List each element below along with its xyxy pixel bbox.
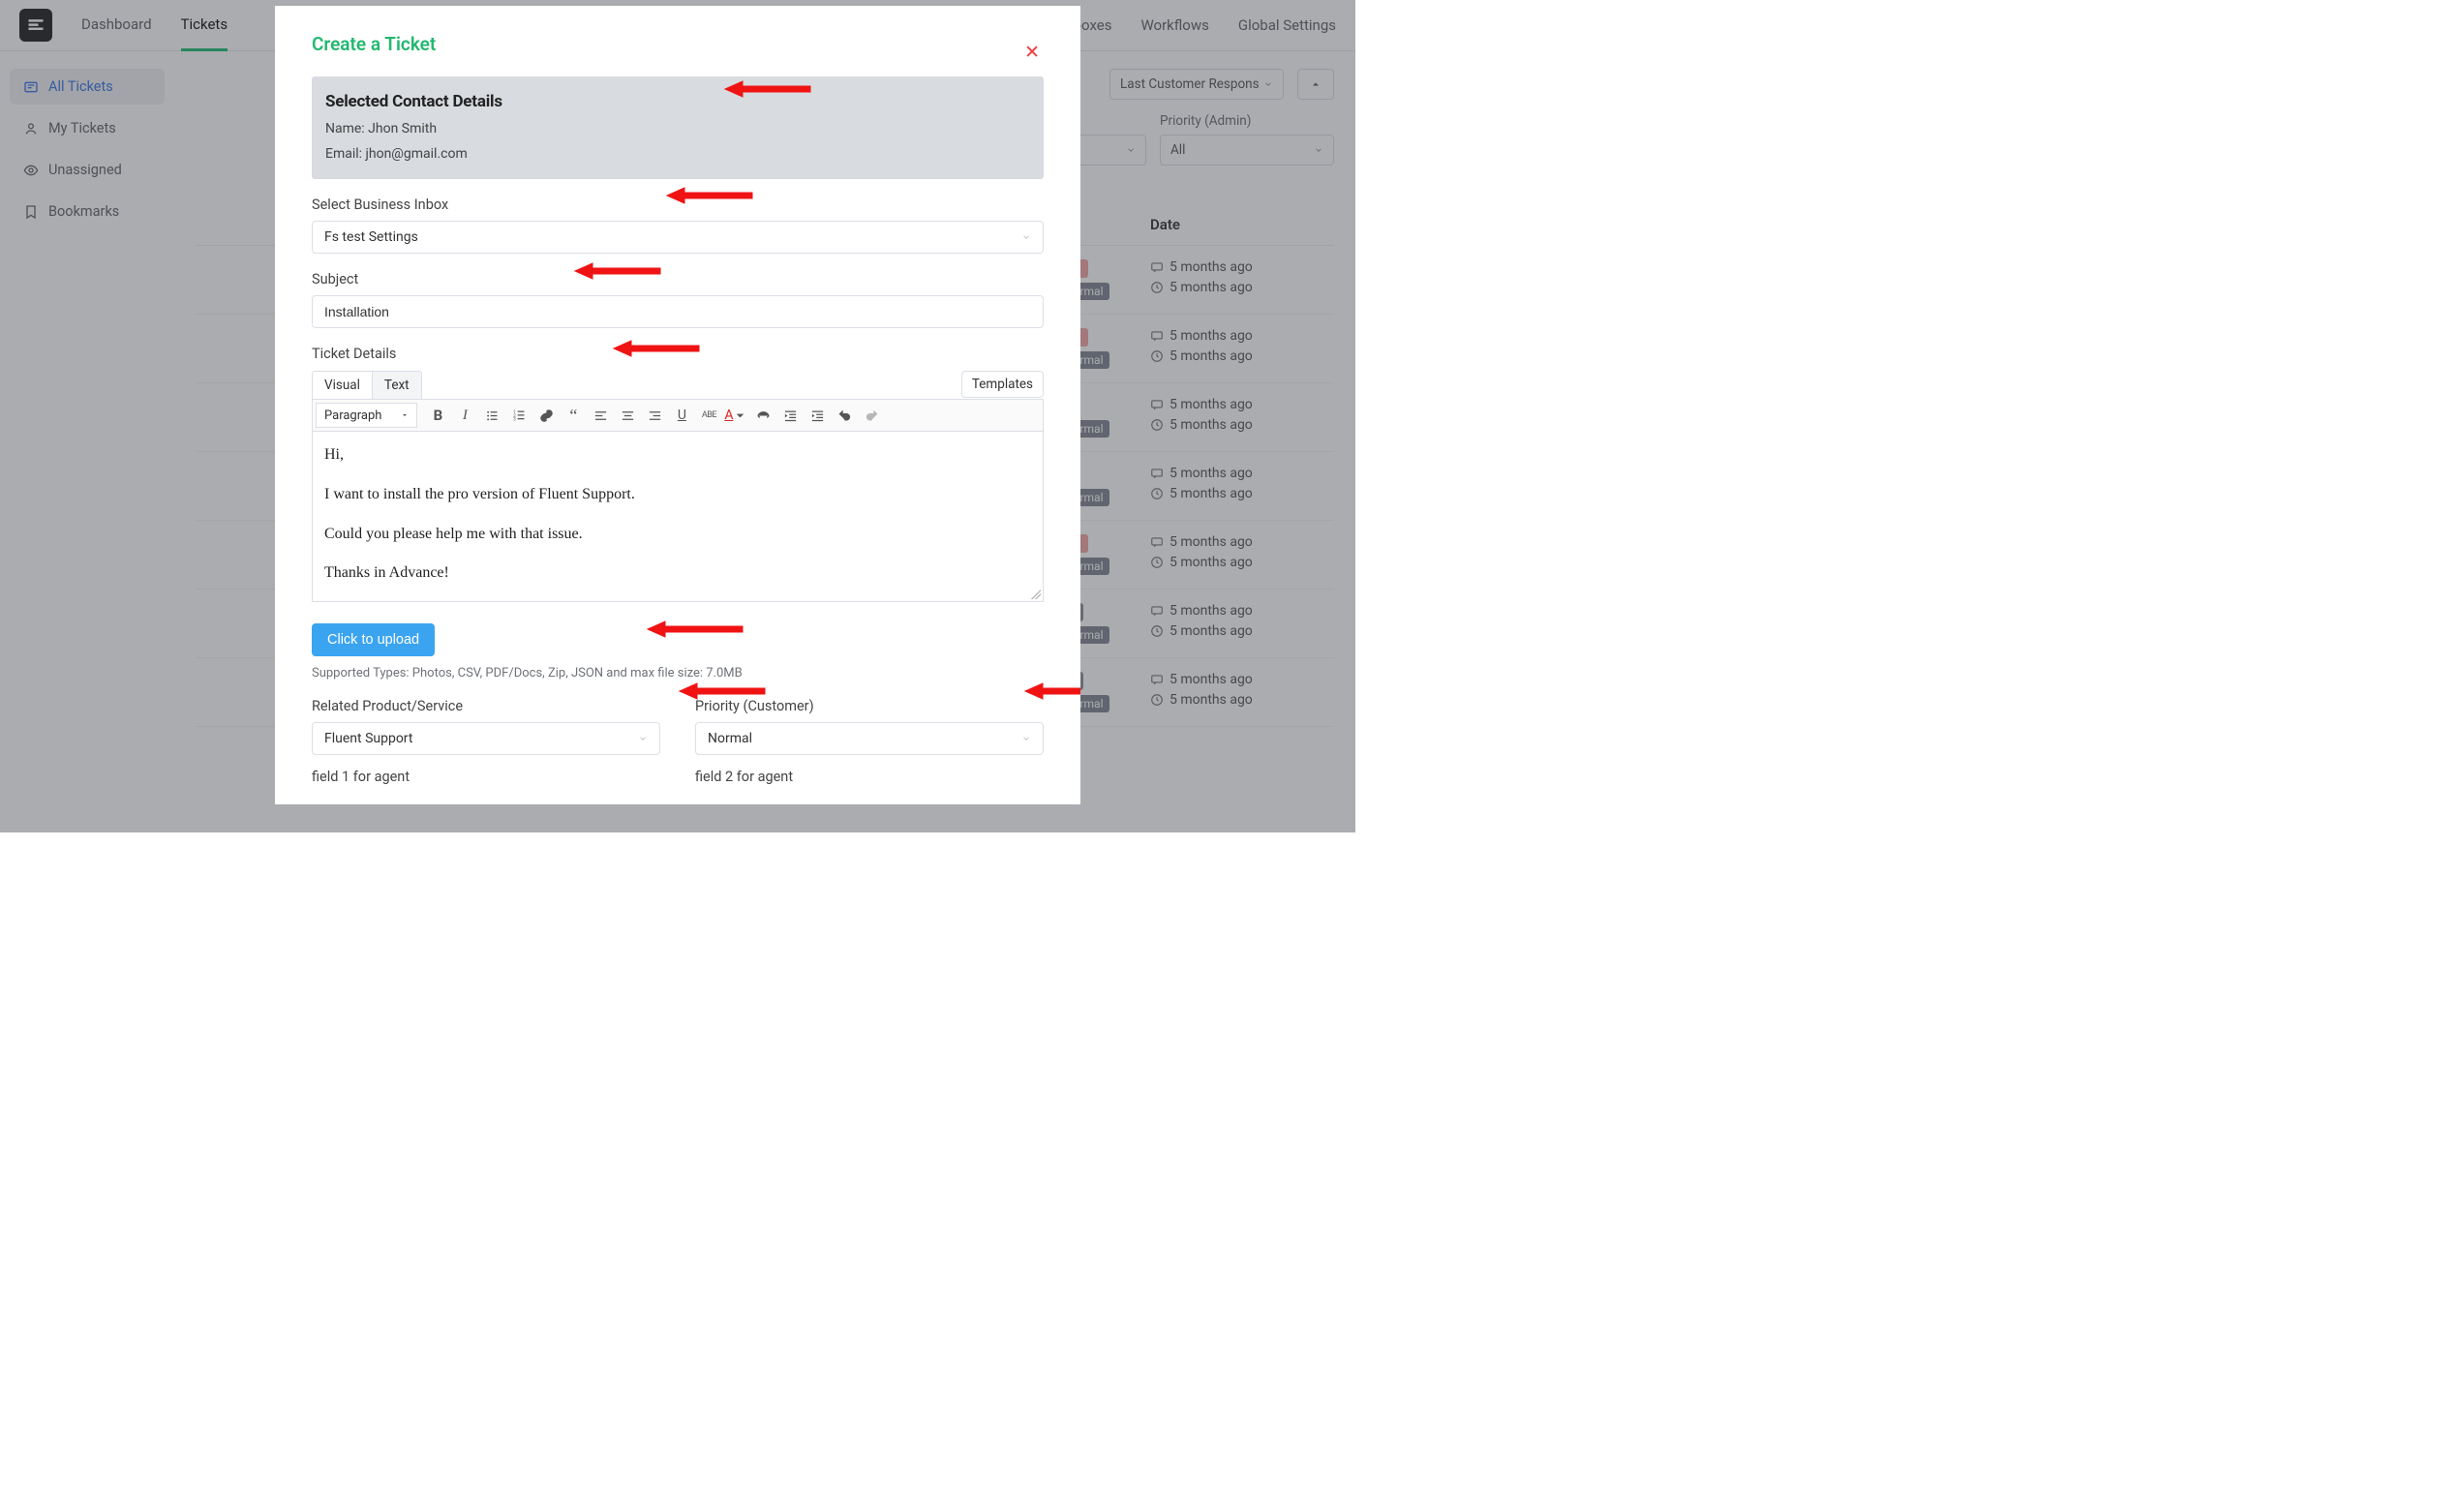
close-icon[interactable]: ✕	[1024, 41, 1040, 63]
templates-button[interactable]: Templates	[961, 371, 1044, 398]
editor-toolbar: Paragraph B I 123 “ U ABE A	[312, 399, 1044, 432]
text-color-icon[interactable]: A	[723, 403, 748, 428]
annotation-arrow	[648, 620, 744, 643]
italic-icon[interactable]: I	[452, 403, 477, 428]
field2-label: field 2 for agent	[695, 769, 1044, 785]
business-inbox-select[interactable]: Fs test Settings	[312, 221, 1044, 254]
clear-format-icon[interactable]	[750, 403, 775, 428]
contact-email: Email: jhon@gmail.com	[325, 146, 1030, 162]
subject-label: Subject	[312, 271, 1044, 287]
chevron-down-icon	[1021, 232, 1031, 242]
priority-customer-select[interactable]: Normal	[695, 722, 1044, 755]
outdent-icon[interactable]	[777, 403, 803, 428]
redo-icon[interactable]	[859, 403, 884, 428]
priority-customer-label: Priority (Customer)	[695, 698, 1044, 714]
chevron-down-icon	[1021, 734, 1031, 743]
tab-text[interactable]: Text	[372, 371, 422, 400]
modal-title: Create a Ticket	[312, 33, 1044, 55]
chevron-down-icon	[638, 734, 648, 743]
link-icon[interactable]	[533, 403, 559, 428]
field1-label: field 1 for agent	[312, 769, 660, 785]
align-left-icon[interactable]	[588, 403, 613, 428]
indent-icon[interactable]	[805, 403, 830, 428]
align-right-icon[interactable]	[642, 403, 667, 428]
details-label: Ticket Details	[312, 346, 1044, 362]
tab-visual[interactable]: Visual	[312, 371, 372, 400]
paragraph-select[interactable]: Paragraph	[316, 403, 417, 428]
quote-icon[interactable]: “	[561, 403, 586, 428]
upload-help-text: Supported Types: Photos, CSV, PDF/Docs, …	[312, 666, 1044, 680]
contact-name: Name: Jhon Smith	[325, 121, 1030, 136]
bullet-list-icon[interactable]	[479, 403, 504, 428]
caret-down-icon	[401, 411, 409, 419]
bold-icon[interactable]: B	[425, 403, 450, 428]
undo-icon[interactable]	[832, 403, 857, 428]
strike-icon[interactable]: ABE	[696, 403, 721, 428]
number-list-icon[interactable]: 123	[506, 403, 532, 428]
svg-text:3: 3	[513, 417, 516, 422]
subject-input[interactable]	[312, 295, 1044, 328]
contact-details-header: Selected Contact Details	[325, 92, 1030, 111]
contact-details-box: Selected Contact Details Name: Jhon Smit…	[312, 76, 1044, 179]
ticket-details-editor[interactable]: Hi,I want to install the pro version of …	[312, 432, 1044, 602]
related-product-label: Related Product/Service	[312, 698, 660, 714]
align-center-icon[interactable]	[615, 403, 640, 428]
create-ticket-modal: Create a Ticket ✕ Selected Contact Detai…	[275, 6, 1080, 804]
underline-icon[interactable]: U	[669, 403, 694, 428]
related-product-select[interactable]: Fluent Support	[312, 722, 660, 755]
upload-button[interactable]: Click to upload	[312, 623, 435, 656]
modal-overlay: Create a Ticket ✕ Selected Contact Detai…	[0, 0, 1355, 832]
inbox-label: Select Business Inbox	[312, 197, 1044, 213]
